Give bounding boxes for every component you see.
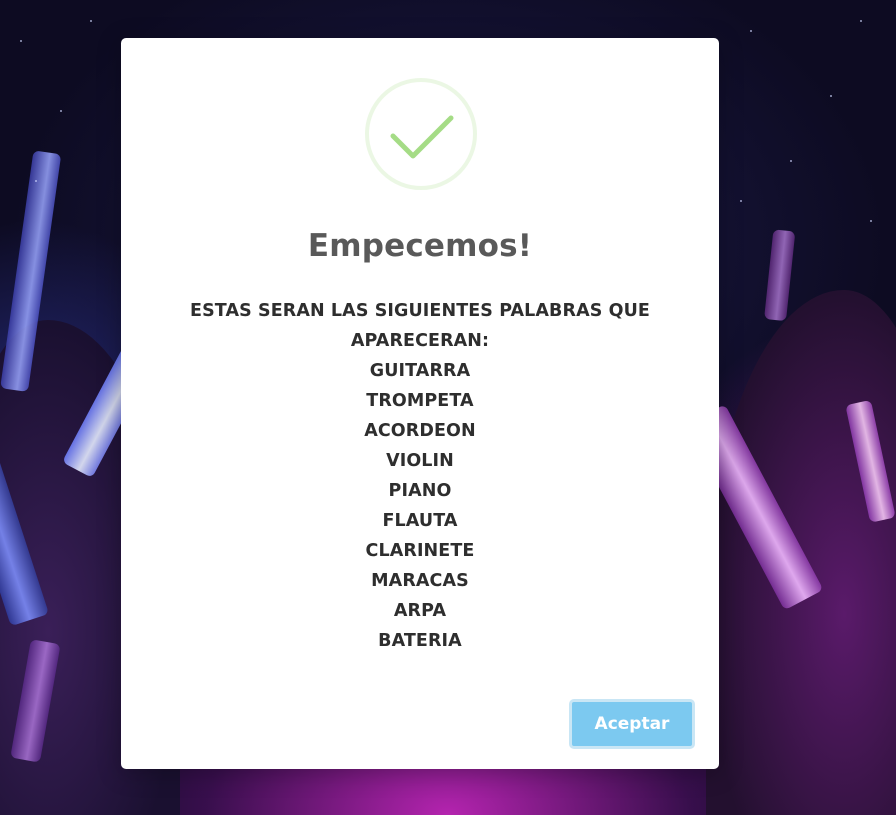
background-star — [870, 220, 872, 222]
background-star — [20, 40, 22, 42]
word-item: CLARINETE — [365, 541, 475, 561]
background-star — [830, 95, 832, 97]
background-star — [35, 180, 37, 182]
accept-button[interactable]: Aceptar — [569, 699, 695, 749]
dialog-title: Empecemos! — [307, 228, 533, 264]
word-item: TROMPETA — [366, 391, 474, 411]
word-item: MARACAS — [371, 571, 469, 591]
success-dialog: Empecemos! ESTAS SERAN LAS SIGUIENTES PA… — [121, 38, 719, 769]
check-icon — [390, 115, 454, 159]
background-star — [750, 30, 752, 32]
word-item: PIANO — [388, 481, 452, 501]
word-item: VIOLIN — [386, 451, 454, 471]
dialog-intro-text: ESTAS SERAN LAS SIGUIENTES PALABRAS QUE … — [190, 301, 650, 351]
word-item: FLAUTA — [382, 511, 458, 531]
word-item: ACORDEON — [364, 421, 476, 441]
background-crystal — [764, 229, 796, 322]
background-star — [90, 20, 92, 22]
word-item: BATERIA — [378, 631, 462, 651]
background-star — [790, 160, 792, 162]
success-check-icon — [365, 78, 477, 190]
background-star — [60, 110, 62, 112]
word-item: GUITARRA — [369, 361, 471, 381]
background-star — [860, 20, 862, 22]
word-item: ARPA — [393, 601, 447, 621]
background-star — [740, 200, 742, 202]
dialog-actions: Aceptar — [569, 699, 695, 749]
dialog-content: ESTAS SERAN LAS SIGUIENTES PALABRAS QUE … — [161, 296, 679, 656]
